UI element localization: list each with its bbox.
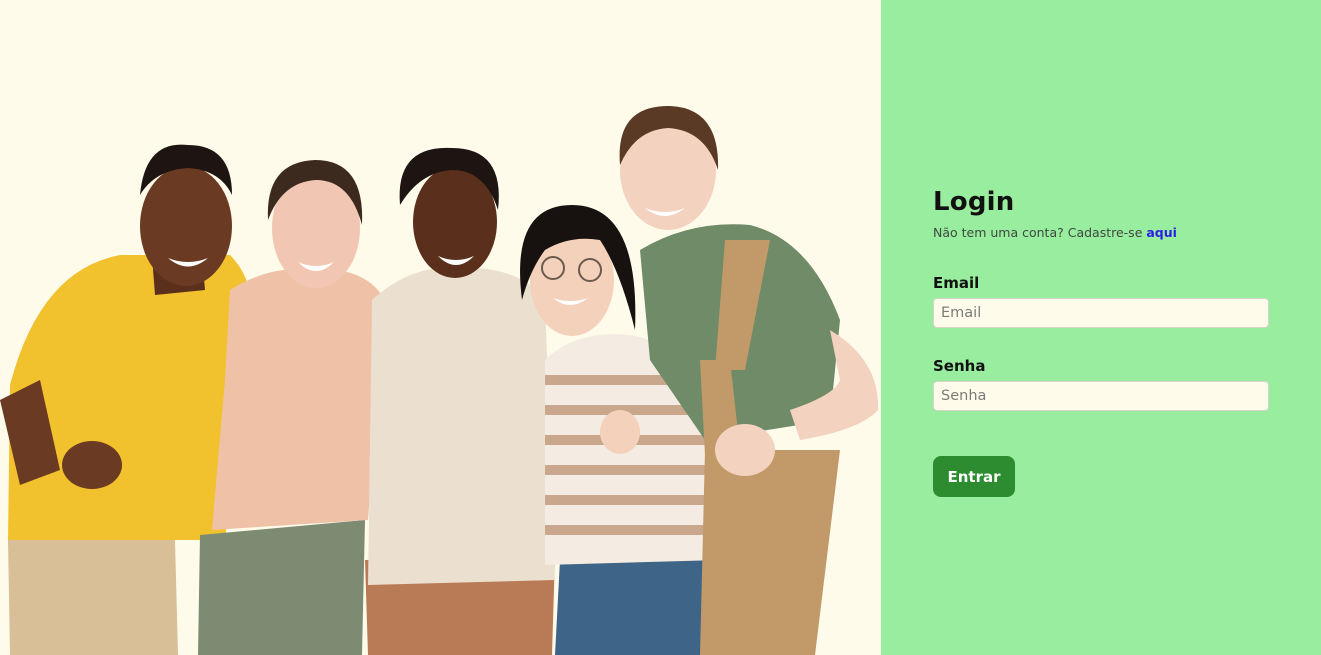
- person-cream-shirt: [365, 147, 555, 655]
- group-photo-illustration: [0, 105, 879, 655]
- login-panel: Login Não tem uma conta? Cadastre-se aqu…: [881, 0, 1321, 655]
- password-field[interactable]: [933, 381, 1269, 411]
- hero-image: [0, 0, 881, 655]
- email-field[interactable]: [933, 298, 1269, 328]
- email-label: Email: [933, 274, 980, 292]
- login-title: Login: [933, 187, 1015, 217]
- signup-prompt-line: Não tem uma conta? Cadastre-se aqui: [933, 225, 1177, 240]
- password-label: Senha: [933, 357, 986, 375]
- login-page: Login Não tem uma conta? Cadastre-se aqu…: [0, 0, 1321, 655]
- submit-button[interactable]: Entrar: [933, 456, 1015, 497]
- signup-prompt-text: Não tem uma conta? Cadastre-se: [933, 225, 1143, 240]
- signup-link[interactable]: aqui: [1146, 225, 1177, 240]
